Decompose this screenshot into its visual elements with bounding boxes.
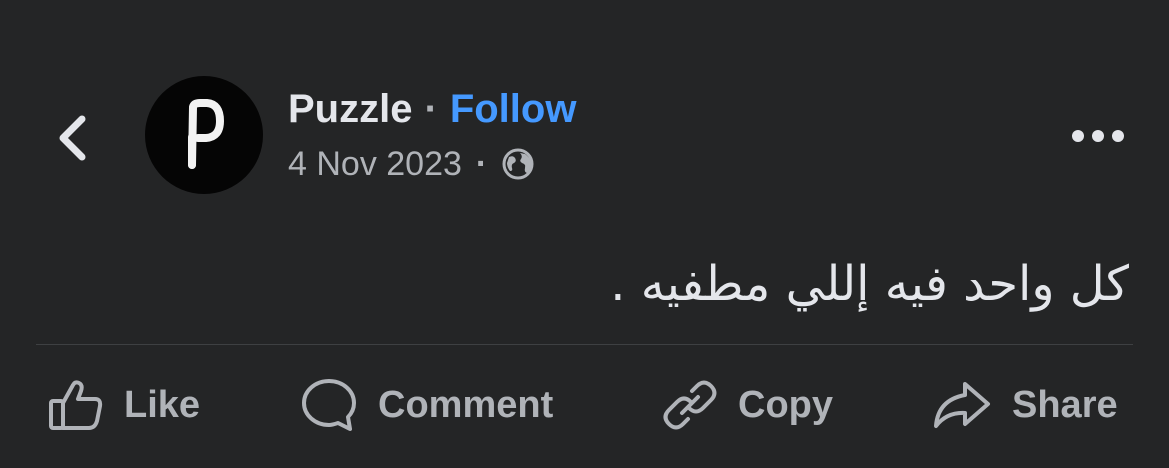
like-label: Like [124,383,201,426]
copy-button[interactable]: Copy [662,360,833,450]
comment-bubble-icon [300,377,358,433]
share-button[interactable]: Share [932,360,1118,450]
page-name-link[interactable]: Puzzle [288,87,412,132]
more-options-button[interactable] [1060,112,1136,160]
post-screen: Puzzle · Follow 4 Nov 2023 · كل واحد فيه… [0,0,1169,468]
post-header-title: Puzzle · Follow [288,84,576,134]
globe-icon [501,147,535,181]
comment-button[interactable]: Comment [300,360,553,450]
share-label: Share [1012,383,1118,426]
back-button[interactable] [40,98,104,178]
share-arrow-icon [932,380,992,430]
post-text: كل واحد فيه إللي مطفيه . [610,256,1129,312]
action-bar: Like Comment Copy Share [0,360,1169,450]
separator-dot: · [424,86,438,131]
follow-button[interactable]: Follow [450,87,577,132]
avatar[interactable] [145,76,263,194]
thumbs-up-icon [48,379,104,431]
more-horizontal-icon [1072,130,1124,142]
comment-label: Comment [378,383,554,426]
divider [36,344,1133,345]
avatar-logo [188,99,224,169]
like-button[interactable]: Like [48,360,200,450]
copy-label: Copy [738,383,833,426]
meta-separator-dot: · [475,144,488,183]
link-icon [662,377,718,433]
post-meta: 4 Nov 2023 · [288,142,535,186]
chevron-left-icon [59,115,86,161]
post-date[interactable]: 4 Nov 2023 [288,145,462,184]
